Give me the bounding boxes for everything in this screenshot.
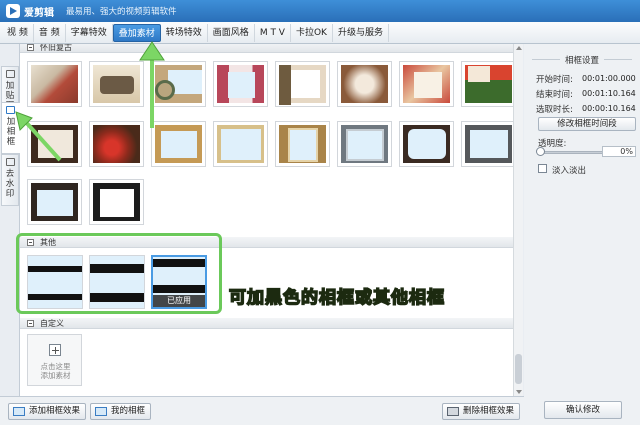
menu-audio[interactable]: 音 频 (34, 23, 66, 42)
frame-thumbnail[interactable] (213, 61, 268, 107)
menu-picture-style[interactable]: 画面风格 (208, 23, 255, 42)
frame-thumbnail[interactable] (27, 121, 82, 167)
section-custom-header[interactable]: 自定义 (20, 318, 513, 329)
end-time-field[interactable]: 00:01:10.164 (582, 88, 636, 99)
duration-label: 选取时长: (536, 105, 573, 115)
duration-value: 00:00:10.164 (582, 104, 636, 113)
app-name: 爱剪辑 (24, 7, 54, 19)
trash-icon (447, 407, 459, 416)
tab-remove-watermark[interactable]: 去水印 (1, 154, 19, 206)
frame-thumbnail[interactable] (337, 61, 392, 107)
start-time-field[interactable]: 00:01:00.000 (582, 73, 636, 84)
frame-thumbnail[interactable] (213, 121, 268, 167)
frame-thumbnail[interactable] (89, 61, 144, 107)
frame-thumbnail[interactable] (399, 61, 454, 107)
frame-settings-panel: 相框设置 开始时间: 00:01:00.000 结束时间: 00:01:10.1… (524, 44, 640, 425)
modify-frame-time-button[interactable]: 修改相框时间段 (538, 117, 636, 131)
fade-label: 淡入淡出 (552, 166, 587, 176)
frame-library: 怀旧复古 其他 已应用 自定义 点击这里 添加素材 (20, 44, 523, 396)
menu-overlay-material[interactable]: 叠加素材 (112, 23, 161, 42)
add-material-tile[interactable]: 点击这里 添加素材 (27, 334, 82, 386)
menu-transitions[interactable]: 转场特效 (161, 23, 208, 42)
add-frame-effect-label: 添加相框效果 (29, 406, 81, 416)
sticker-icon (6, 70, 15, 78)
content-scrollbar[interactable] (513, 44, 523, 396)
app-logo-icon (6, 4, 20, 18)
menu-bar: 视 频 音 频 字幕特效 叠加素材 转场特效 画面风格 M T V 卡拉OK 升… (0, 22, 640, 44)
tab-remove-watermark-label: 去水印 (5, 169, 15, 199)
plus-icon (49, 344, 61, 356)
bottom-toolbar: 添加相框效果 我的相框 删除相框效果 (0, 396, 524, 425)
frame-thumbnail[interactable] (151, 121, 206, 167)
title-bar: 爱剪辑 最易用、强大的视频剪辑软件 (0, 0, 640, 22)
collapse-icon (27, 44, 34, 51)
confirm-modify-button[interactable]: 确认修改 (544, 401, 622, 419)
my-frames-icon (95, 407, 107, 416)
frame-thumbnail[interactable] (275, 121, 330, 167)
add-material-line1: 点击这里 (40, 362, 71, 371)
add-frame-icon (13, 407, 25, 416)
frame-thumbnail[interactable] (89, 121, 144, 167)
delete-frame-effect-button[interactable]: 删除相框效果 (442, 403, 521, 420)
menu-subtitle-effects[interactable]: 字幕特效 (66, 23, 113, 42)
frame-thumbnail[interactable] (27, 61, 82, 107)
app-slogan: 最易用、强大的视频剪辑软件 (66, 7, 177, 17)
frame-thumbnail[interactable] (461, 61, 516, 107)
menu-karaoke[interactable]: 卡拉OK (291, 23, 333, 42)
opacity-slider-knob[interactable] (536, 147, 545, 156)
frame-thumbnail[interactable] (275, 61, 330, 107)
add-material-line2: 添加素材 (40, 371, 71, 380)
frame-icon (6, 106, 15, 114)
highlight-box (16, 233, 222, 314)
frame-thumbnail[interactable] (151, 61, 206, 107)
watermark-icon (6, 158, 15, 166)
fade-checkbox[interactable] (538, 164, 547, 173)
frame-thumbnail[interactable] (461, 121, 516, 167)
start-time-label: 开始时间: (536, 75, 573, 85)
opacity-value[interactable]: 0% (602, 146, 636, 157)
menu-upgrade-service[interactable]: 升级与服务 (333, 23, 389, 42)
delete-frame-effect-label: 删除相框效果 (463, 406, 515, 416)
scroll-up-icon[interactable] (516, 46, 522, 50)
frame-thumbnail[interactable] (89, 179, 144, 225)
frame-thumbnail[interactable] (27, 179, 82, 225)
my-frames-button[interactable]: 我的相框 (90, 403, 152, 420)
section-retro-header[interactable]: 怀旧复古 (20, 44, 513, 53)
section-retro-label: 怀旧复古 (40, 44, 72, 52)
section-custom-label: 自定义 (40, 319, 64, 328)
frame-thumbnail[interactable] (337, 121, 392, 167)
menu-mtv[interactable]: M T V (255, 23, 291, 42)
tab-add-frame-label: 加相框 (6, 117, 16, 147)
frame-thumbnail[interactable] (399, 121, 454, 167)
scroll-down-icon[interactable] (516, 390, 522, 394)
divider (604, 59, 632, 60)
scroll-thumb[interactable] (515, 354, 522, 384)
my-frames-label: 我的相框 (111, 406, 146, 416)
annotation-text: 可加黑色的相框或其他相框 (228, 287, 445, 309)
tab-add-frame[interactable]: 加相框 (1, 102, 20, 154)
collapse-icon (27, 320, 34, 327)
menu-video[interactable]: 视 频 (2, 23, 34, 42)
add-frame-effect-button[interactable]: 添加相框效果 (8, 403, 87, 420)
end-time-label: 结束时间: (536, 90, 573, 100)
frame-settings-title: 相框设置 (564, 56, 599, 66)
